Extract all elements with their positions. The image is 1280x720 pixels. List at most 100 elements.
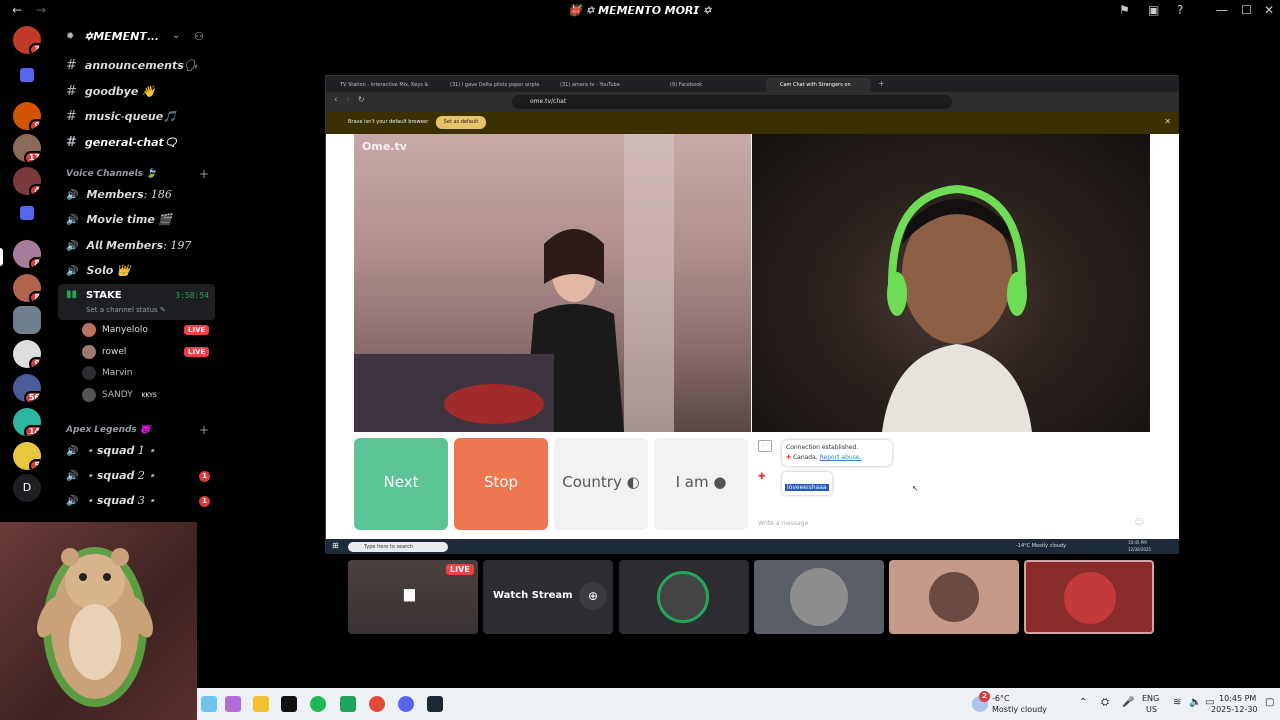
inbox-icon[interactable]: ▣ xyxy=(1148,3,1159,17)
gender-button[interactable]: I am ● xyxy=(654,438,748,530)
local-video: Ome.tv xyxy=(354,134,751,432)
person-icon: ● xyxy=(713,473,727,491)
app-icon[interactable] xyxy=(340,696,356,712)
watch-stream-button[interactable]: Watch Stream xyxy=(493,590,573,601)
tray-chevron-icon[interactable]: ⌃ xyxy=(1079,697,1087,708)
stranger-video xyxy=(752,134,1150,432)
voice-channel-stake[interactable]: ▮▮ STAKE 3:58:54 Set a channel status ✎ xyxy=(58,284,215,320)
voice-channel-squad-1[interactable]: 🔊 ⋆ 𝙨𝙦𝙪𝙖𝙙 1 ⋆ xyxy=(66,444,155,457)
server-icon[interactable]: 9 xyxy=(13,102,41,130)
voice-user[interactable]: SANDY KKYS xyxy=(82,388,157,402)
server-icon[interactable]: 14 xyxy=(13,408,41,436)
server-icon[interactable]: 8 xyxy=(13,240,41,268)
browser-tab-active[interactable]: Cam Chat with Strangers on xyxy=(766,78,871,92)
maximize-icon[interactable]: ☐ xyxy=(1241,3,1252,17)
clock-date[interactable]: 2025-12-30 xyxy=(1211,705,1258,714)
channel-goodbye[interactable]: # 𝙜𝙤𝙤𝙙𝙗𝙮𝙚 👋 xyxy=(66,84,155,99)
server-badge: 17 xyxy=(23,151,41,162)
participant-tile[interactable] xyxy=(619,560,749,634)
discord-icon[interactable] xyxy=(398,696,414,712)
message-input[interactable]: Write a message xyxy=(758,520,808,527)
tiktok-icon[interactable] xyxy=(281,696,297,712)
hash-icon: # xyxy=(66,109,77,124)
add-channel-icon[interactable]: + xyxy=(199,167,209,181)
help-icon[interactable]: ? xyxy=(1177,3,1183,17)
webcam-feed-left xyxy=(354,134,674,432)
notification-icon[interactable]: ▢ xyxy=(1265,697,1274,708)
mic-tray-icon[interactable]: 🎤 xyxy=(1122,697,1134,708)
browser-tab[interactable]: (31) amara tv - YouTube xyxy=(546,78,656,92)
direct-messages-icon[interactable]: 3 xyxy=(13,26,41,54)
copilot-icon[interactable] xyxy=(225,696,241,712)
participant-tile[interactable] xyxy=(754,560,884,634)
server-icon[interactable]: 8 xyxy=(13,274,41,302)
emoji-icon[interactable]: ☺ xyxy=(1135,518,1144,528)
volume-icon[interactable]: 🔈 xyxy=(1189,697,1201,708)
voice-channels-category[interactable]: 𝙑𝙤𝙞𝙘𝙚 𝘾𝙝𝙖𝙣𝙣𝙚𝙡𝙨 🍃 xyxy=(66,169,157,179)
server-icon[interactable] xyxy=(13,306,41,334)
user-tag: KKYS xyxy=(141,392,157,399)
channel-status[interactable]: Set a channel status ✎ xyxy=(86,306,166,314)
channel-announcements[interactable]: # 𝙖𝙣𝙣𝙤𝙪𝙣𝙘𝙚𝙢𝙚𝙣𝙩𝙨🗣 xyxy=(66,58,198,73)
voice-channel-members[interactable]: 🔊 𝙈𝙚𝙢𝙗𝙚𝙧𝙨: 186 xyxy=(66,188,172,201)
server-badge: 56 xyxy=(23,391,41,402)
new-tab-icon[interactable]: + xyxy=(878,79,885,88)
voice-user[interactable]: Marvin xyxy=(82,366,133,380)
stop-button[interactable]: Stop xyxy=(454,438,548,530)
network-tray-icon[interactable]: ⛭ xyxy=(1101,697,1109,708)
close-notice-icon[interactable]: ✕ xyxy=(1164,117,1171,126)
channel-label: 𝙎𝙤𝙡𝙤 👑 xyxy=(86,264,131,277)
voice-channel-solo[interactable]: 🔊 𝙎𝙤𝙡𝙤 👑 xyxy=(66,264,130,277)
browser-tab[interactable]: (9) Facebook xyxy=(656,78,766,92)
url-field[interactable]: ome.tv/chat xyxy=(512,95,952,109)
add-member-icon[interactable]: ⚇ xyxy=(194,30,204,43)
channel-general-chat[interactable]: # 𝙜𝙚𝙣𝙚𝙧𝙖𝙡-𝙘𝙝𝙖𝙩🗨 xyxy=(66,135,178,150)
region[interactable]: US xyxy=(1146,705,1157,714)
flag-icon[interactable]: ⚑ xyxy=(1119,3,1130,17)
webcam-feed-right xyxy=(882,184,1032,432)
add-channel-icon[interactable]: + xyxy=(199,423,209,437)
file-explorer-icon[interactable] xyxy=(253,696,269,712)
server-icon[interactable]: 9 xyxy=(13,340,41,368)
server-icon[interactable]: 17 xyxy=(13,134,41,162)
close-icon[interactable]: ✕ xyxy=(1264,3,1274,17)
server-icon[interactable]: 56 xyxy=(13,374,41,402)
clock-time[interactable]: 10:45 PM xyxy=(1219,694,1256,703)
spotify-icon[interactable] xyxy=(310,696,326,712)
server-letter-icon[interactable]: D xyxy=(13,474,41,502)
next-button[interactable]: Next xyxy=(354,438,448,530)
folder-icon[interactable] xyxy=(20,68,34,82)
apex-legends-category[interactable]: 𝘼𝙥𝙚𝙭 𝙇𝙚𝙜𝙚𝙣𝙙𝙨 😈 xyxy=(66,425,151,435)
watch-together-icon[interactable]: ⊕ xyxy=(579,582,607,610)
voice-user[interactable]: Manyelolo xyxy=(82,323,148,337)
app-icon[interactable] xyxy=(201,696,217,712)
minimize-icon[interactable]: — xyxy=(1216,3,1228,17)
reload-icon[interactable]: ↻ xyxy=(358,95,365,104)
folder-icon[interactable] xyxy=(20,206,34,220)
report-abuse-link[interactable]: Report abuse. xyxy=(820,454,862,461)
participant-tile[interactable] xyxy=(889,560,1019,634)
browser-tab[interactable]: TV Station - Interactive Mix, Keys & xyxy=(326,78,436,92)
browser-tab[interactable]: (31) I gave Delta pilots paper airpla xyxy=(436,78,546,92)
wifi-icon[interactable]: ≋ xyxy=(1173,697,1181,708)
participant-tile[interactable] xyxy=(1024,560,1154,634)
channel-music-queue[interactable]: # 𝙢𝙪𝙨𝙞𝙘-𝙦𝙪𝙚𝙪𝙚🎵 xyxy=(66,109,177,124)
voice-channel-movie-time[interactable]: 🔊 𝙈𝙤𝙫𝙞𝙚 𝙩𝙞𝙢𝙚 🎬 xyxy=(66,213,172,226)
steam-icon[interactable] xyxy=(427,696,443,712)
voice-user[interactable]: rowel xyxy=(82,345,126,359)
country-button[interactable]: Country ◐ xyxy=(554,438,648,530)
voice-channel-all-members[interactable]: 🔊 𝘼𝙡𝙡 𝙈𝙚𝙢𝙗𝙚𝙧𝙨: 197 xyxy=(66,239,191,252)
server-icon[interactable]: 5 xyxy=(13,442,41,470)
guild-name[interactable]: ✡𝙈𝙀𝙈𝙀𝙉𝙏... xyxy=(84,30,184,43)
stream-tile-live[interactable]: LIVE ▆ xyxy=(348,560,478,634)
hamster-overlay xyxy=(0,522,197,720)
forward-icon[interactable]: › xyxy=(346,95,350,105)
server-icon[interactable]: 4 xyxy=(13,167,41,195)
voice-channel-squad-2[interactable]: 🔊 ⋆ 𝙨𝙦𝙪𝙖𝙙 2 ⋆ xyxy=(66,469,155,482)
language[interactable]: ENG xyxy=(1142,694,1159,703)
chevron-down-icon[interactable]: ⌄ xyxy=(172,30,180,41)
set-default-button[interactable]: Set as default xyxy=(436,116,486,129)
back-icon[interactable]: ‹ xyxy=(334,95,338,105)
chrome-icon[interactable] xyxy=(369,696,385,712)
voice-channel-squad-3[interactable]: 🔊 ⋆ 𝙨𝙦𝙪𝙖𝙙 3 ⋆ xyxy=(66,494,155,507)
